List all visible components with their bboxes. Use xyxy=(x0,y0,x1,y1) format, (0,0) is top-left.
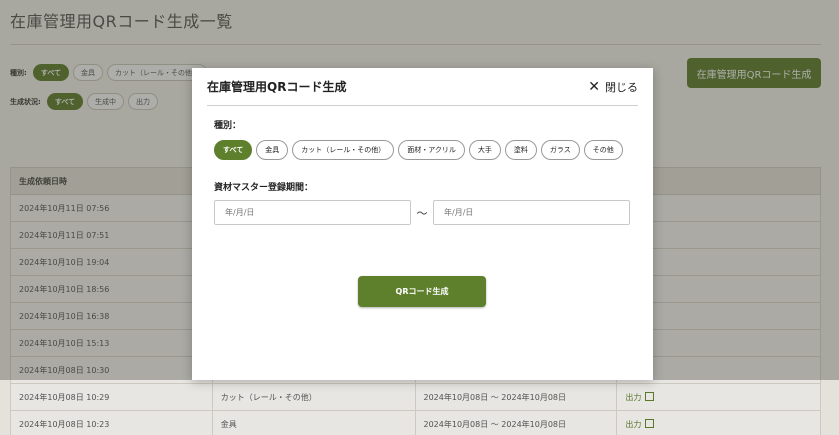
period-row: ～ xyxy=(214,200,630,225)
type-chip-paint[interactable]: 塗料 xyxy=(504,140,537,160)
type-chip-all[interactable]: すべて xyxy=(214,140,253,160)
type-chip-panel-acrylic[interactable]: 面材・アクリル xyxy=(398,140,465,160)
date-from-input[interactable] xyxy=(214,200,411,225)
modal-title: 在庫管理用QRコード生成 xyxy=(207,80,347,94)
period-separator: ～ xyxy=(416,206,428,220)
qr-generate-modal: 在庫管理用QRコード生成 ✕ 閉じる 種別： すべて 金具 カット（レール・その… xyxy=(192,68,653,380)
close-label: 閉じる xyxy=(605,80,638,94)
period-label: 資材マスター登録期間： xyxy=(214,183,314,193)
type-chip-glass[interactable]: ガラス xyxy=(540,140,580,160)
qr-generate-button[interactable]: QRコード生成 xyxy=(358,276,486,307)
type-label: 種別： xyxy=(214,121,242,131)
type-chip-group: すべて 金具 カット（レール・その他） 面材・アクリル 大手 塗料 ガラス その… xyxy=(214,140,623,160)
modal-backdrop-lower xyxy=(0,380,839,435)
type-chip-cut[interactable]: カット（レール・その他） xyxy=(292,140,395,160)
modal-header: 在庫管理用QRコード生成 ✕ 閉じる xyxy=(207,68,638,106)
type-chip-major[interactable]: 大手 xyxy=(468,140,501,160)
date-to-input[interactable] xyxy=(433,200,630,225)
type-chip-other[interactable]: その他 xyxy=(583,140,623,160)
close-icon: ✕ xyxy=(588,78,600,95)
close-button[interactable]: ✕ 閉じる xyxy=(588,79,638,95)
type-chip-hardware[interactable]: 金具 xyxy=(256,140,289,160)
